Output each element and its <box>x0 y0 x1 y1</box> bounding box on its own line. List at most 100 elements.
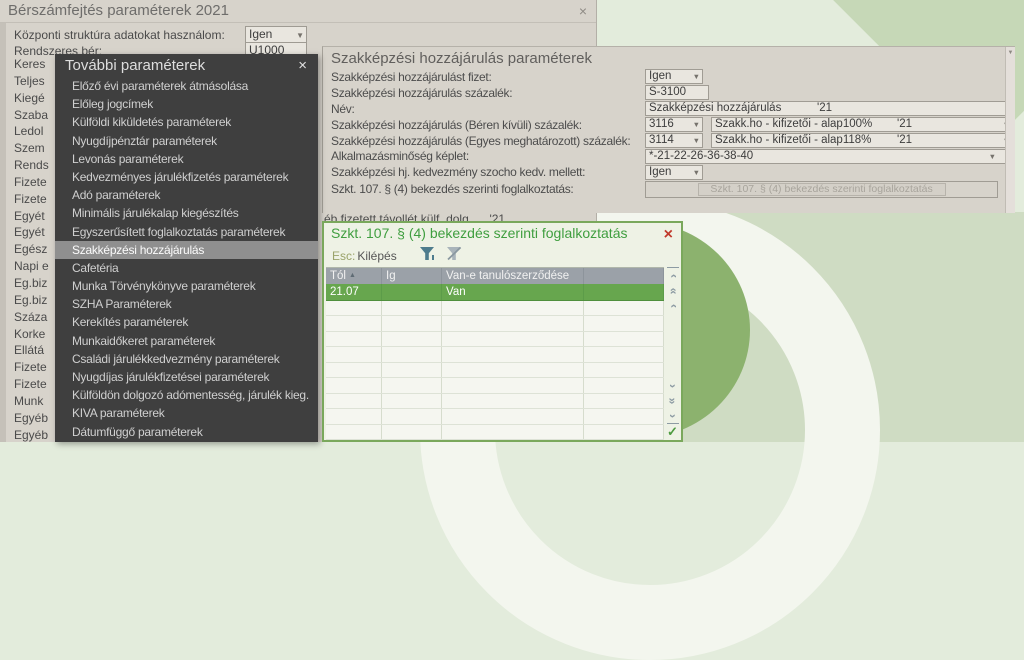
clear-filter-icon[interactable] <box>445 246 463 266</box>
menu-item[interactable]: Dátumfüggő paraméterek <box>55 423 318 441</box>
column-header-ig[interactable]: Ig <box>382 268 442 284</box>
chevron-down-icon: ▼ <box>296 28 304 43</box>
scroll-up-button[interactable]: › <box>667 298 679 313</box>
menu-item[interactable]: Levonás paraméterek <box>55 150 318 168</box>
scroll-last-row-button[interactable]: › <box>667 408 679 424</box>
field-label: Napi e <box>14 258 60 275</box>
menu-item[interactable]: Munkaidőkeret paraméterek <box>55 332 318 350</box>
szkt-107-button[interactable]: Szkt. 107. § (4) bekezdés szerinti fogla… <box>698 183 946 196</box>
chevron-up-icon: › <box>668 274 678 278</box>
table-row-empty[interactable] <box>326 316 664 331</box>
field-label: Szaba <box>14 107 60 124</box>
menu-item[interactable]: KIVA paraméterek <box>55 404 318 422</box>
field-label: Fizete <box>14 359 60 376</box>
year-suffix: '21 <box>817 102 832 115</box>
close-icon[interactable]: × <box>579 3 587 19</box>
menu-item[interactable]: Munka Törvénykönyve paraméterek <box>55 277 318 295</box>
menu-item[interactable]: SZHA Paraméterek <box>55 295 318 313</box>
menu-item[interactable]: Cafetéria <box>55 259 318 277</box>
field-label: Egyét <box>14 208 60 225</box>
param-label: Szakképzési hj. kedvezmény szocho kedv. … <box>331 165 645 179</box>
menu-item[interactable]: Külföldi kiküldetés paraméterek <box>55 113 318 131</box>
column-header-vane[interactable]: Van-e tanulószerződése <box>442 268 584 284</box>
egyes-meghatarozott-code-dropdown[interactable]: 3114 ▼ <box>645 133 703 148</box>
menu-item[interactable]: Egyszerűsített foglalkoztatás paramétere… <box>55 223 318 241</box>
filter-icon[interactable] <box>419 246 437 266</box>
menu-item[interactable]: Előző évi paraméterek átmásolása <box>55 77 318 95</box>
table-header-row: Tól▲ Ig Van-e tanulószerződése <box>326 268 664 284</box>
szazalek-input[interactable]: S-3100 <box>645 85 709 100</box>
alkalmazasminoseg-keplet-field[interactable]: *-21-22-26-36-38-40 ▼ ≡ <box>645 149 1013 164</box>
field-label: Egyét <box>14 224 60 241</box>
table-row-empty[interactable] <box>326 332 664 347</box>
menu-item[interactable]: Kedvezményes járulékfizetés paraméterek <box>55 168 318 186</box>
table-row-empty[interactable] <box>326 394 664 409</box>
dialog-toolbar: Esc: Kilépés <box>324 244 681 267</box>
scroll-down-button[interactable]: › <box>667 378 679 393</box>
szakkepzesi-panel: Szakképzési hozzájárulás paraméterek Sza… <box>322 46 1015 213</box>
esc-key-label: Esc: <box>332 249 355 263</box>
beren-kivuli-name-dropdown[interactable]: Szakk.ho - kifizetői - alap100% '21 ▼ <box>711 117 1013 132</box>
field-label: Fizete <box>14 376 60 393</box>
sort-asc-icon: ▲ <box>349 272 356 279</box>
panel-title: Szakképzési hozzájárulás paraméterek <box>323 47 1015 69</box>
chevron-down-icon: ▼ <box>693 134 700 147</box>
fizet-dropdown[interactable]: Igen ▼ <box>645 69 703 84</box>
field-label: Egész <box>14 241 60 258</box>
menu-item[interactable]: Előleg jogcímek <box>55 95 318 113</box>
table-row-empty[interactable] <box>326 425 664 440</box>
check-icon: ✓ <box>667 424 678 440</box>
menu-item[interactable]: Nyugdíjas járulékfizetései paraméterek <box>55 368 318 386</box>
chevron-down-icon: › <box>668 384 678 388</box>
panel-scrollbar[interactable]: ▼ <box>1005 47 1015 213</box>
chevron-up-icon: › <box>668 304 678 308</box>
scroll-page-down-button[interactable]: » <box>667 393 679 408</box>
table-row-empty[interactable] <box>326 409 664 424</box>
accept-button[interactable]: ✓ <box>667 424 679 439</box>
table-row-empty[interactable] <box>326 347 664 362</box>
chevron-down-icon: › <box>668 414 678 418</box>
beren-kivuli-code-dropdown[interactable]: 3116 ▼ <box>645 117 703 132</box>
field-label: Központi struktúra adatokat használom: <box>14 28 225 42</box>
egyes-meghatarozott-name-dropdown[interactable]: Szakk.ho - kifizetői - alap118% '21 ▼ <box>711 133 1013 148</box>
field-label: Egyéb <box>14 427 60 444</box>
scroll-first-row-button[interactable]: › <box>667 267 679 283</box>
table-row-empty[interactable] <box>326 301 664 316</box>
field-label: Ledol <box>14 123 60 140</box>
close-icon[interactable]: × <box>664 226 673 244</box>
table-row-empty[interactable] <box>326 363 664 378</box>
double-chevron-up-icon: » <box>668 287 678 294</box>
chevron-down-icon: ▼ <box>1006 47 1015 56</box>
menu-item[interactable]: Adó paraméterek <box>55 186 318 204</box>
dialog-title: Szkt. 107. § (4) bekezdés szerinti fogla… <box>324 223 681 244</box>
field-label: Eg.biz <box>14 275 60 292</box>
column-header-tol[interactable]: Tól▲ <box>326 268 382 284</box>
field-label: Rends <box>14 157 60 174</box>
menu-item[interactable]: Szakképzési hozzájárulás <box>55 241 318 259</box>
kozponti-struktura-dropdown[interactable]: Igen ▼ <box>245 26 307 43</box>
table-row-empty[interactable] <box>326 378 664 393</box>
param-label: Szkt. 107. § (4) bekezdés szerinti fogla… <box>331 182 645 196</box>
menu-item[interactable]: Minimális járulékalap kiegészítés <box>55 204 318 222</box>
menu-item[interactable]: Kerekítés paraméterek <box>55 313 318 331</box>
close-icon[interactable]: × <box>298 57 307 74</box>
year-suffix: '21 <box>897 134 912 147</box>
nev-input[interactable]: Szakképzési hozzájárulás '21 <box>645 101 1013 116</box>
param-label: Név: <box>331 102 645 116</box>
window-title: Bérszámfejtés paraméterek 2021 <box>0 0 596 23</box>
menu-item[interactable]: Családi járulékkedvezmény paraméterek <box>55 350 318 368</box>
menu-title: További paraméterek <box>55 54 318 77</box>
dialog-table: Tól▲ Ig Van-e tanulószerződése 21.07 Van <box>326 267 664 440</box>
szocho-kedv-dropdown[interactable]: Igen ▼ <box>645 165 703 180</box>
menu-item[interactable]: Külföldön dolgozó adómentesség, járulék … <box>55 386 318 404</box>
field-label: Fizete <box>14 174 60 191</box>
param-label: Szakképzési hozzájárulást fizet: <box>331 70 645 84</box>
param-label: Szakképzési hozzájárulás (Egyes meghatár… <box>331 134 645 148</box>
menu-item[interactable]: Nyugdíjpénztár paraméterek <box>55 132 318 150</box>
scroll-page-up-button[interactable]: » <box>667 283 679 298</box>
field-label: Korke <box>14 326 60 343</box>
chevron-down-icon: ▼ <box>989 150 996 163</box>
table-row-selected[interactable]: 21.07 Van <box>326 284 664 301</box>
dialog-scrollbar: › » › › » › ✓ <box>664 267 681 440</box>
szkt-107-dialog: Szkt. 107. § (4) bekezdés szerinti fogla… <box>322 221 683 442</box>
